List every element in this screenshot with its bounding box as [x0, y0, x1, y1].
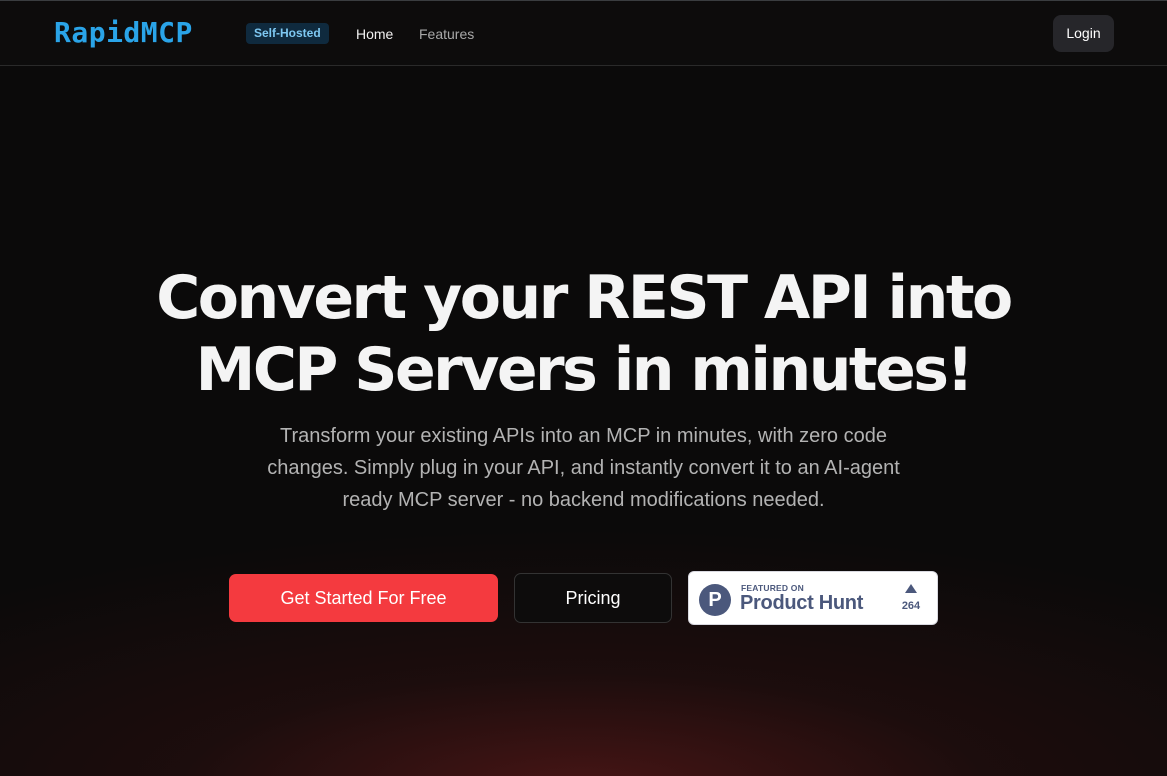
pricing-button[interactable]: Pricing	[514, 573, 672, 623]
login-button[interactable]: Login	[1053, 15, 1114, 52]
nav-link-features[interactable]: Features	[419, 25, 474, 43]
hero-title-line-2: MCP Servers in minutes!	[195, 335, 974, 405]
self-hosted-badge: Self-Hosted	[246, 23, 329, 44]
hero-title-line-1: Convert your REST API into	[156, 263, 1013, 333]
nav-link-home[interactable]: Home	[356, 25, 393, 43]
product-hunt-badge[interactable]: P FEATURED ON Product Hunt 264	[688, 571, 938, 625]
logo[interactable]: RapidMCP	[54, 15, 193, 51]
navbar: RapidMCP Self-Hosted Home Features Login	[0, 1, 1167, 66]
hero-title: Convert your REST API into MCP Servers i…	[0, 262, 1167, 406]
page: RapidMCP Self-Hosted Home Features Login…	[0, 0, 1167, 776]
upvote-count: 264	[901, 600, 921, 612]
get-started-button[interactable]: Get Started For Free	[229, 574, 498, 622]
hero-subtitle: Transform your existing APIs into an MCP…	[267, 425, 900, 511]
product-hunt-logo-icon: P	[699, 584, 731, 616]
product-hunt-name: Product Hunt	[740, 592, 864, 614]
upvote-triangle-icon	[905, 584, 917, 593]
